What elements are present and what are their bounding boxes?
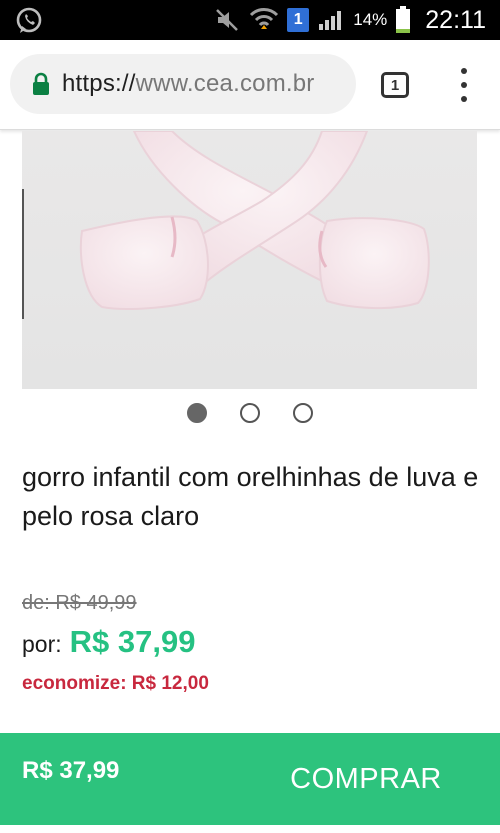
battery-percent: 14% [353,10,388,29]
tab-switcher-button[interactable]: 1 [381,72,409,98]
carousel-dot-1[interactable] [187,403,207,423]
whatsapp-icon [14,6,44,41]
price-prefix: por: [22,631,62,657]
battery-icon [395,6,411,34]
image-carousel-dots [0,400,500,426]
signal-icon [317,8,345,32]
product-title: gorro infantil com orelhinhas de luva e … [22,462,479,531]
overflow-menu-icon[interactable] [458,68,470,102]
price-row: por: R$ 37,99 [22,624,195,660]
original-price: de: R$ 49,99 [22,592,137,614]
carousel-dot-3[interactable] [293,403,313,423]
sim-badge: 1 [287,8,310,32]
product-photo-illustration [79,131,430,310]
buy-bar: R$ 37,99 COMPRAR [0,733,500,825]
carousel-dot-2[interactable] [240,403,260,423]
image-edge [22,189,24,319]
url-host: www.cea.com.br [135,70,315,97]
bottom-edge [0,825,500,833]
status-bar: 1 14% 22:11 [0,0,500,40]
current-price: R$ 37,99 [69,624,196,659]
wifi-icon [249,7,279,33]
buy-bar-price: R$ 37,99 [22,757,120,784]
mute-icon [215,8,241,32]
product-image[interactable] [22,131,477,389]
url-scheme: https:// [62,70,136,97]
buy-button[interactable]: COMPRAR [268,747,464,811]
browser-toolbar: https://www.cea.com.br 1 [0,40,500,130]
clock: 22:11 [425,5,486,34]
url-bar[interactable]: https://www.cea.com.br [10,54,356,114]
savings-text: economize: R$ 12,00 [22,673,209,694]
lock-icon [32,72,50,96]
url-text: https://www.cea.com.br [62,70,315,98]
